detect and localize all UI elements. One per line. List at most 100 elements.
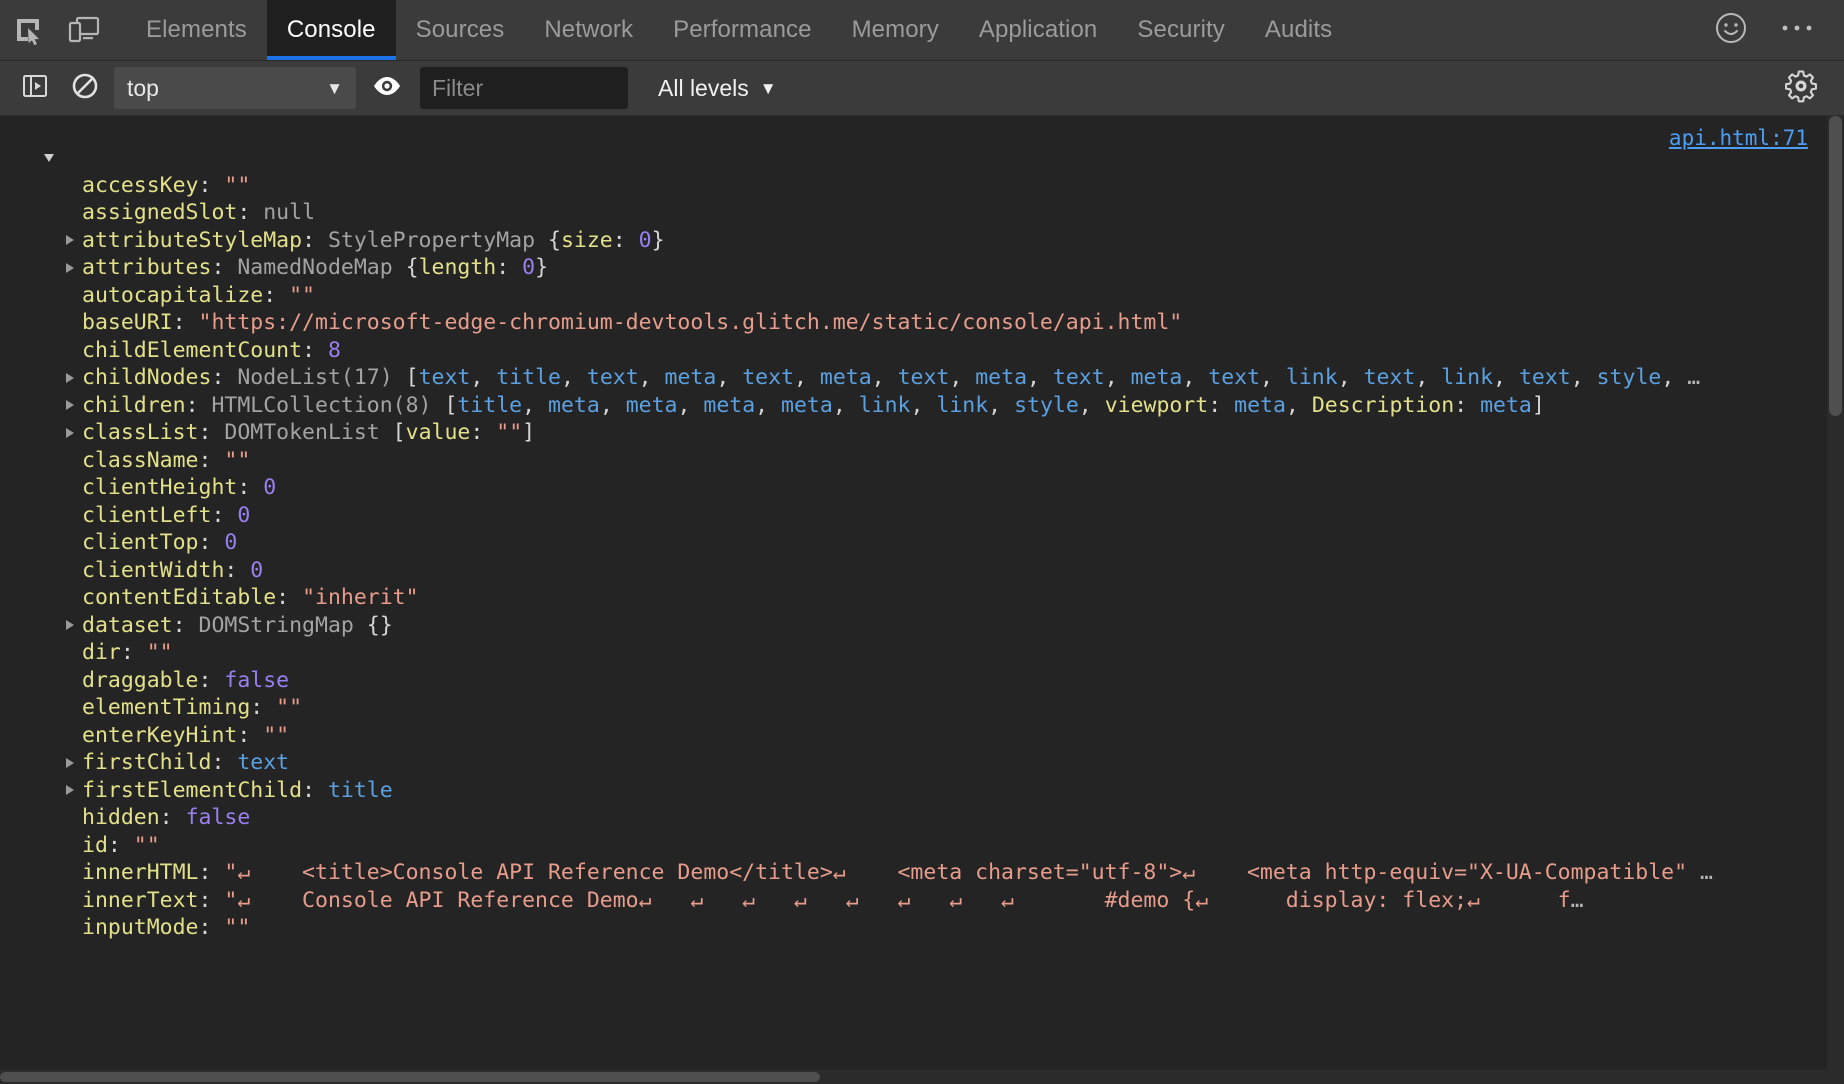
- expand-arrow-icon[interactable]: [66, 620, 74, 630]
- property-value-token[interactable]: meta: [1480, 393, 1532, 418]
- property-value-token[interactable]: meta: [665, 365, 717, 390]
- property-value-token[interactable]: text: [898, 365, 950, 390]
- object-property-row[interactable]: innerText: "↵ Console API Reference Demo…: [0, 887, 1844, 915]
- property-value-token[interactable]: text: [742, 365, 794, 390]
- tab-application[interactable]: Application: [959, 0, 1118, 60]
- object-property-row[interactable]: id: "": [0, 832, 1844, 860]
- object-property-row[interactable]: clientWidth: 0: [0, 557, 1844, 585]
- inspect-element-button[interactable]: [0, 0, 56, 60]
- property-value-token[interactable]: link: [936, 393, 988, 418]
- object-property-row[interactable]: clientHeight: 0: [0, 474, 1844, 502]
- expand-arrow-icon[interactable]: [66, 400, 74, 410]
- property-separator: :: [199, 915, 225, 940]
- property-value-token[interactable]: text: [1053, 365, 1105, 390]
- expand-arrow-icon[interactable]: [66, 428, 74, 438]
- object-property-row[interactable]: clientLeft: 0: [0, 502, 1844, 530]
- object-property-row[interactable]: attributeStyleMap: StylePropertyMap {siz…: [0, 227, 1844, 255]
- clear-console-button[interactable]: [60, 66, 110, 110]
- expand-arrow-icon[interactable]: [66, 263, 74, 273]
- expand-arrow-icon[interactable]: [66, 785, 74, 795]
- property-value-token: StylePropertyMap: [328, 228, 548, 253]
- object-property-row[interactable]: firstChild: text: [0, 749, 1844, 777]
- property-value-token[interactable]: meta: [820, 365, 872, 390]
- javascript-context-selector[interactable]: top ▼: [114, 67, 356, 109]
- property-value-token[interactable]: style: [1014, 393, 1079, 418]
- object-property-row[interactable]: contentEditable: "inherit": [0, 584, 1844, 612]
- expand-collapse-arrow-icon[interactable]: [44, 154, 54, 162]
- device-toolbar-button[interactable]: [56, 0, 112, 60]
- expand-arrow-icon[interactable]: [66, 758, 74, 768]
- tab-sources[interactable]: Sources: [396, 0, 525, 60]
- tab-console[interactable]: Console: [267, 0, 396, 60]
- property-value-token[interactable]: title: [328, 778, 393, 803]
- property-separator: :: [160, 805, 186, 830]
- object-property-row[interactable]: elementTiming: "": [0, 694, 1844, 722]
- console-filter-input[interactable]: [420, 67, 628, 109]
- object-property-row[interactable]: baseURI: "https://microsoft-edge-chromiu…: [0, 309, 1844, 337]
- property-value-token[interactable]: title: [496, 365, 561, 390]
- object-property-row[interactable]: inputMode: "": [0, 914, 1844, 942]
- object-property-row[interactable]: attributes: NamedNodeMap {length: 0}: [0, 254, 1844, 282]
- log-level-selector[interactable]: All levels ▼: [644, 67, 791, 109]
- tab-security[interactable]: Security: [1117, 0, 1245, 60]
- property-value-token[interactable]: link: [1441, 365, 1493, 390]
- property-value-token[interactable]: text: [419, 365, 471, 390]
- expand-arrow-icon[interactable]: [66, 235, 74, 245]
- property-value-token[interactable]: title: [457, 393, 522, 418]
- object-property-row[interactable]: hidden: false: [0, 804, 1844, 832]
- property-value-token[interactable]: text: [1519, 365, 1571, 390]
- object-property-row[interactable]: dir: "": [0, 639, 1844, 667]
- feedback-button[interactable]: [1702, 1, 1760, 59]
- property-key: inputMode: [82, 915, 199, 940]
- property-value-token[interactable]: meta: [626, 393, 678, 418]
- settings-button[interactable]: [1776, 66, 1826, 110]
- property-value-token[interactable]: text: [1364, 365, 1416, 390]
- console-message-area[interactable]: api.html:71 headi accessKey: ""assignedS…: [0, 116, 1844, 1084]
- object-property-row[interactable]: innerHTML: "↵ <title>Console API Referen…: [0, 859, 1844, 887]
- property-value-token[interactable]: text: [237, 750, 289, 775]
- console-sidebar-toggle-button[interactable]: [10, 66, 60, 110]
- vertical-scrollbar-thumb[interactable]: [1829, 116, 1842, 416]
- tab-audits[interactable]: Audits: [1245, 0, 1352, 60]
- property-value-token[interactable]: meta: [703, 393, 755, 418]
- object-property-row[interactable]: childElementCount: 8: [0, 337, 1844, 365]
- object-root-row[interactable]: headi: [0, 144, 1844, 172]
- devtools-tab-bar: Elements Console Sources Network Perform…: [0, 0, 1844, 61]
- object-property-row[interactable]: dataset: DOMStringMap {}: [0, 612, 1844, 640]
- object-property-row[interactable]: children: HTMLCollection(8) [title, meta…: [0, 392, 1844, 420]
- more-options-button[interactable]: [1768, 1, 1826, 59]
- tab-performance[interactable]: Performance: [653, 0, 832, 60]
- property-value-token[interactable]: link: [1286, 365, 1338, 390]
- property-value-token[interactable]: style: [1597, 365, 1662, 390]
- property-value-token[interactable]: meta: [1234, 393, 1286, 418]
- object-property-row[interactable]: classList: DOMTokenList [value: ""]: [0, 419, 1844, 447]
- object-property-row[interactable]: firstElementChild: title: [0, 777, 1844, 805]
- object-property-row[interactable]: autocapitalize: "": [0, 282, 1844, 310]
- vertical-scrollbar[interactable]: [1827, 116, 1844, 1084]
- tab-network[interactable]: Network: [524, 0, 653, 60]
- object-property-row[interactable]: className: "": [0, 447, 1844, 475]
- object-property-row[interactable]: childNodes: NodeList(17) [text, title, t…: [0, 364, 1844, 392]
- property-value-token[interactable]: text: [587, 365, 639, 390]
- property-value-token[interactable]: meta: [1131, 365, 1183, 390]
- object-property-row[interactable]: draggable: false: [0, 667, 1844, 695]
- property-value-token[interactable]: meta: [548, 393, 600, 418]
- tab-elements[interactable]: Elements: [126, 0, 267, 60]
- object-property-row[interactable]: assignedSlot: null: [0, 199, 1844, 227]
- object-property-row[interactable]: enterKeyHint: "": [0, 722, 1844, 750]
- tab-memory[interactable]: Memory: [832, 0, 959, 60]
- horizontal-scrollbar[interactable]: [0, 1070, 1844, 1084]
- property-value-token: :: [470, 420, 496, 445]
- property-value-token[interactable]: meta: [781, 393, 833, 418]
- property-value-token: "https://microsoft-edge-chromium-devtool…: [199, 310, 1183, 335]
- property-value-token: ,: [1661, 365, 1687, 390]
- live-expression-button[interactable]: [362, 66, 412, 110]
- object-property-row[interactable]: clientTop: 0: [0, 529, 1844, 557]
- property-value-token[interactable]: text: [1208, 365, 1260, 390]
- horizontal-scrollbar-thumb[interactable]: [0, 1072, 820, 1082]
- expand-arrow-icon[interactable]: [66, 373, 74, 383]
- property-value-token[interactable]: link: [859, 393, 911, 418]
- object-property-row[interactable]: accessKey: "": [0, 172, 1844, 200]
- property-value-token: ,: [600, 393, 626, 418]
- property-value-token[interactable]: meta: [975, 365, 1027, 390]
